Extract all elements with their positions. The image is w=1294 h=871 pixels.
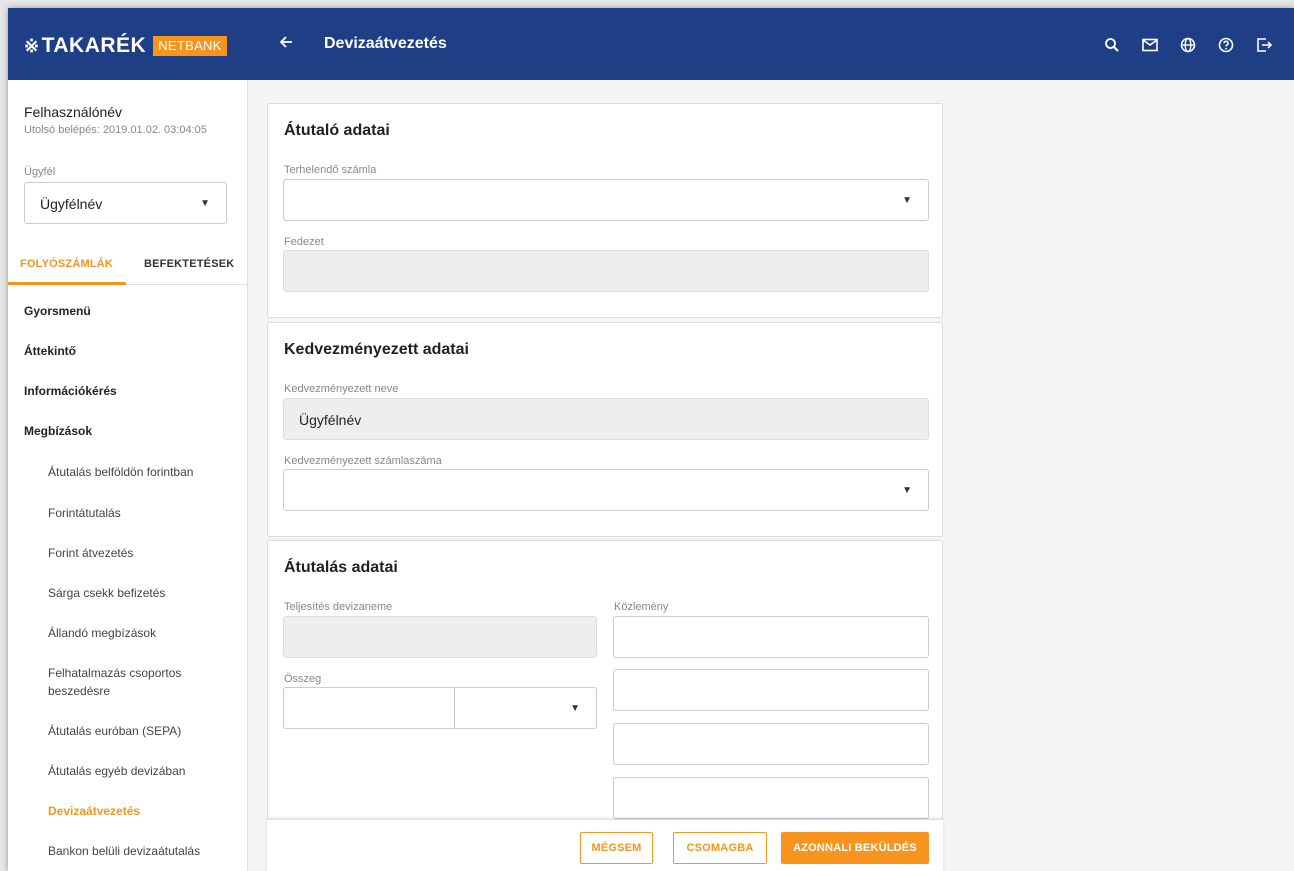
account-tabs: FOLYÓSZÁMLÁK BEFEKTETÉSEK xyxy=(8,243,248,285)
sender-card-title: Átutaló adatai xyxy=(284,122,390,139)
help-icon[interactable] xyxy=(1216,35,1236,55)
beneficiary-name-label: Kedvezményezett neve xyxy=(284,383,399,395)
client-select[interactable]: Ügyfélnév ▼ xyxy=(24,182,227,224)
sidebar-subitem[interactable]: Állandó megbízások xyxy=(48,624,218,642)
sidebar-subitem[interactable]: Bankon belüli devizaátutalás xyxy=(48,842,218,860)
comment-line-1[interactable] xyxy=(613,616,929,658)
beneficiary-account-select[interactable]: ▼ xyxy=(283,469,929,511)
sender-card: Átutaló adatai Terhelendő számla ▼ Fedez… xyxy=(267,103,943,318)
comment-line-4[interactable] xyxy=(613,777,929,819)
sidebar-item-gyorsmenu[interactable]: Gyorsmenü xyxy=(24,304,91,318)
action-bar: MÉGSEM CSOMAGBA AZONNALI BEKÜLDÉS xyxy=(267,819,943,871)
add-to-package-button[interactable]: CSOMAGBA xyxy=(673,832,767,864)
sidebar-item-informaciokeres[interactable]: Információkérés xyxy=(24,384,117,398)
sidebar-subitem[interactable]: Sárga csekk befizetés xyxy=(48,584,218,602)
beneficiary-card-title: Kedvezményezett adatai xyxy=(284,341,469,358)
tab-befektetesek[interactable]: BEFEKTETÉSEK xyxy=(144,258,234,270)
currency-label: Teljesítés devizaneme xyxy=(284,601,393,613)
caret-down-icon: ▼ xyxy=(200,198,210,209)
active-tab-indicator xyxy=(8,282,126,285)
sidebar-subitem-active[interactable]: Devizaátvezetés xyxy=(48,802,218,820)
tab-folyoszamlak[interactable]: FOLYÓSZÁMLÁK xyxy=(20,258,113,270)
top-bar: ※ TAKARÉK NETBANK Devizaátvezetés xyxy=(8,8,1294,80)
user-name: Felhasználónév xyxy=(24,104,123,120)
sidebar-subitem[interactable]: Átutalás belföldön forintban xyxy=(48,463,218,481)
app-window: ※ TAKARÉK NETBANK Devizaátvezetés Felhas… xyxy=(8,8,1294,871)
sidebar-subitem[interactable]: Átutalás egyéb devizában xyxy=(48,762,218,780)
takarek-logo[interactable]: ※ TAKARÉK NETBANK xyxy=(24,34,227,58)
caret-down-icon: ▼ xyxy=(570,703,580,714)
comment-line-3[interactable] xyxy=(613,723,929,765)
amount-label: Összeg xyxy=(284,673,322,685)
sidebar-subitem[interactable]: Forint átvezetés xyxy=(48,544,218,562)
sidebar-item-attekinto[interactable]: Áttekintő xyxy=(24,344,76,358)
coverage-field xyxy=(283,250,929,292)
transfer-card-title: Átutalás adatai xyxy=(284,559,398,576)
debit-account-select[interactable]: ▼ xyxy=(283,179,929,221)
mail-icon[interactable] xyxy=(1140,35,1160,55)
beneficiary-name-value: Ügyfélnév xyxy=(299,412,362,428)
sidebar-item-megbizasok[interactable]: Megbízások xyxy=(24,424,92,438)
sidebar-subitem[interactable]: Forintátutalás xyxy=(48,504,218,522)
send-now-button[interactable]: AZONNALI BEKÜLDÉS xyxy=(781,832,929,864)
sidebar: Felhasználónév Utolsó belépés: 2019.01.0… xyxy=(8,80,248,871)
last-login: Utolsó belépés: 2019.01.02. 03:04:05 xyxy=(24,124,207,136)
sidebar-subitem[interactable]: Átutalás euróban (SEPA) xyxy=(48,722,218,740)
logo-text: TAKARÉK xyxy=(41,34,147,57)
cancel-button[interactable]: MÉGSEM xyxy=(580,832,653,864)
beneficiary-card: Kedvezményezett adatai Kedvezményezett n… xyxy=(267,322,943,537)
client-select-value: Ügyfélnév xyxy=(40,196,103,212)
coverage-label: Fedezet xyxy=(284,236,324,248)
arrow-left-icon[interactable] xyxy=(276,34,296,54)
page-title: Devizaátvezetés xyxy=(324,35,447,52)
beneficiary-name-field: Ügyfélnév xyxy=(283,398,929,440)
beneficiary-account-label: Kedvezményezett számlaszáma xyxy=(284,455,442,467)
screen-frame: ※ TAKARÉK NETBANK Devizaátvezetés Felhas… xyxy=(0,0,1294,871)
currency-field xyxy=(283,616,597,658)
header-actions xyxy=(1084,35,1274,55)
globe-icon[interactable] xyxy=(1178,35,1198,55)
caret-down-icon: ▼ xyxy=(902,195,912,206)
logout-icon[interactable] xyxy=(1254,35,1274,55)
sidebar-subitem[interactable]: Felhatalmazás csoportos beszedésre xyxy=(48,664,218,700)
debit-account-label: Terhelendő számla xyxy=(284,164,377,176)
client-label: Ügyfél xyxy=(24,166,56,178)
comment-label: Közlemény xyxy=(614,601,669,613)
amount-input[interactable] xyxy=(283,687,455,729)
logo-badge: NETBANK xyxy=(153,36,227,56)
logo-mark-icon: ※ xyxy=(24,35,40,56)
transfer-card: Átutalás adatai Teljesítés devizaneme Ös… xyxy=(267,540,943,840)
search-icon[interactable] xyxy=(1102,35,1122,55)
comment-line-2[interactable] xyxy=(613,669,929,711)
amount-currency-select[interactable]: ▼ xyxy=(454,687,597,729)
caret-down-icon: ▼ xyxy=(902,485,912,496)
